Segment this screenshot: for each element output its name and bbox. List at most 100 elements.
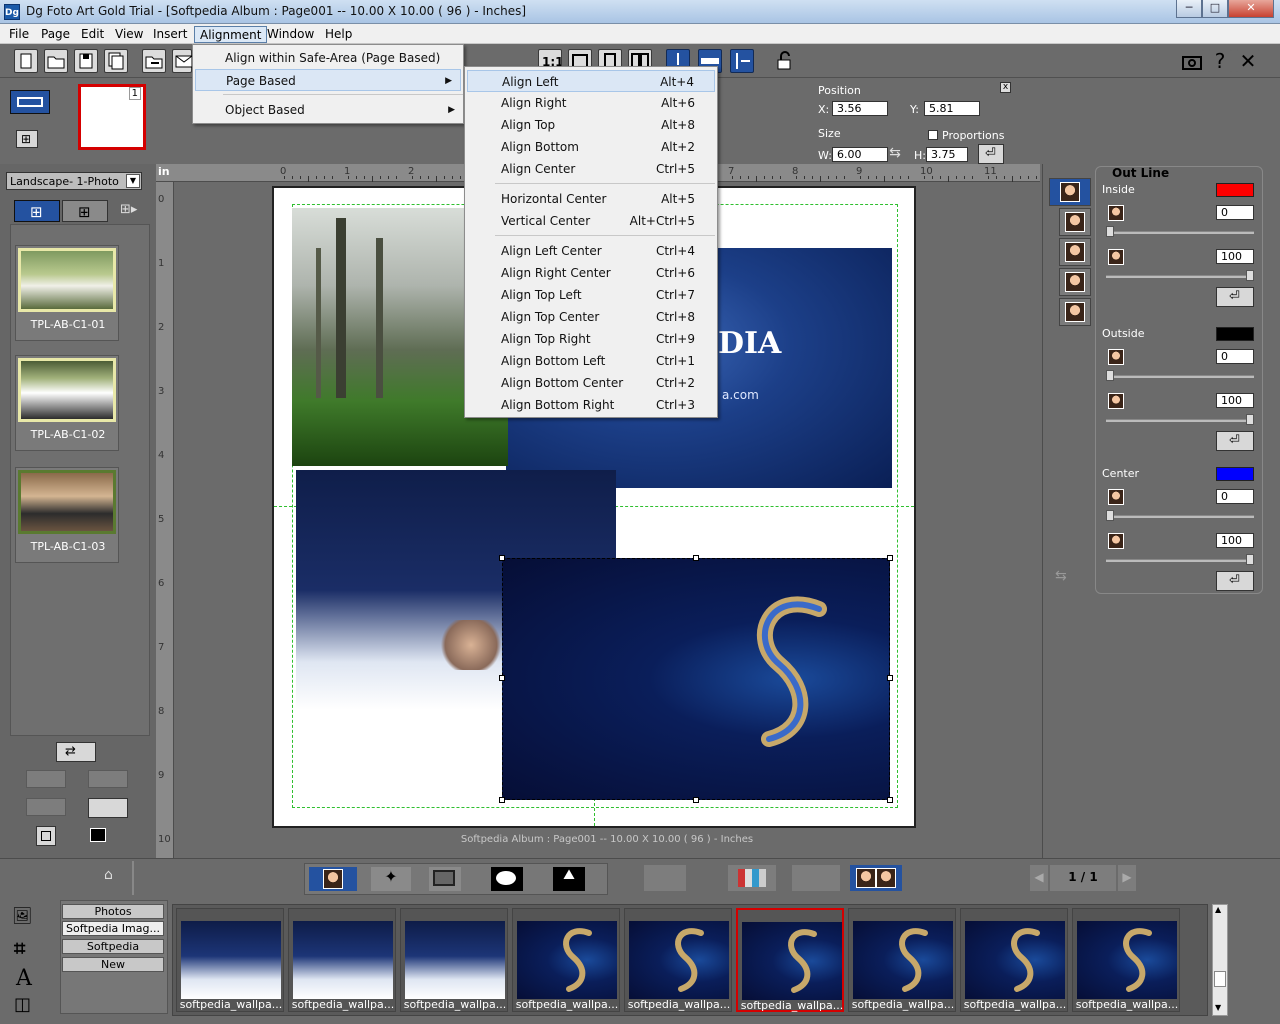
resize-handle[interactable] bbox=[499, 555, 505, 561]
filmstrip-item[interactable]: softpedia_wallpa... bbox=[624, 908, 732, 1012]
clipart-button[interactable]: ✦ bbox=[371, 867, 411, 891]
slider-knob[interactable] bbox=[1106, 510, 1114, 521]
crop-tool-button[interactable]: ⌗ bbox=[14, 936, 40, 962]
filmstrip-scrollbar[interactable]: ▲ ▼ bbox=[1212, 904, 1228, 1016]
photo-tool-button[interactable]: 🖼 bbox=[12, 906, 42, 932]
outline-outside-value-1[interactable]: 0 bbox=[1216, 349, 1254, 364]
tab-new[interactable]: New bbox=[62, 957, 164, 972]
save-button[interactable] bbox=[74, 49, 98, 73]
filmstrip-item[interactable]: softpedia_wallpa... bbox=[288, 908, 396, 1012]
resize-handle[interactable] bbox=[693, 555, 699, 561]
submenu-item-vertical-center[interactable]: Vertical Center Alt+Ctrl+5 bbox=[467, 210, 715, 232]
effect-tab-5[interactable] bbox=[1059, 298, 1091, 326]
shape-tool-button[interactable]: ◫ bbox=[14, 994, 42, 1020]
home-icon[interactable]: ⌂ bbox=[104, 867, 122, 885]
submenu-item-align-top-left[interactable]: Align Top Left Ctrl+7 bbox=[467, 284, 715, 306]
minimize-button[interactable]: ─ bbox=[1176, 0, 1202, 18]
outline-center-value-1[interactable]: 0 bbox=[1216, 489, 1254, 504]
lock-button[interactable] bbox=[772, 49, 796, 73]
outline-inside-value-2[interactable]: 100 bbox=[1216, 249, 1254, 264]
mask-button[interactable] bbox=[491, 867, 523, 891]
filmstrip-item[interactable]: softpedia_wallpa... bbox=[960, 908, 1068, 1012]
menu-item-align-safe-area[interactable]: Align within Safe-Area (Page Based) bbox=[193, 47, 463, 69]
fill-tool-button[interactable] bbox=[90, 826, 124, 846]
people-photo-button[interactable] bbox=[850, 865, 902, 891]
submenu-item-align-top-center[interactable]: Align Top Center Ctrl+8 bbox=[467, 306, 715, 328]
outline-inside-color-swatch[interactable] bbox=[1216, 183, 1254, 197]
slider-knob[interactable] bbox=[1246, 414, 1254, 425]
submenu-item-align-left-center[interactable]: Align Left Center Ctrl+4 bbox=[467, 240, 715, 262]
menu-item-page-based[interactable]: Page Based ▶ bbox=[195, 69, 461, 91]
template-card-2[interactable]: TPL-AB-C1-02 bbox=[15, 355, 119, 451]
tab-softpedia-images[interactable]: Softpedia Imag... bbox=[62, 921, 164, 936]
template-card-1[interactable]: TPL-AB-C1-01 bbox=[15, 245, 119, 341]
filmstrip-item[interactable]: softpedia_wallpa... bbox=[736, 908, 844, 1012]
page-nav-button[interactable] bbox=[10, 90, 50, 114]
outline-center-slider-2[interactable] bbox=[1106, 559, 1254, 562]
submenu-item-align-bottom-left[interactable]: Align Bottom Left Ctrl+1 bbox=[467, 350, 715, 372]
slider-knob[interactable] bbox=[1106, 370, 1114, 381]
menu-window[interactable]: Window bbox=[262, 26, 319, 43]
snapshot-button[interactable] bbox=[1180, 49, 1204, 73]
open-button[interactable] bbox=[44, 49, 68, 73]
scroll-up-icon[interactable]: ▲ bbox=[1215, 905, 1221, 914]
email-button[interactable] bbox=[172, 49, 193, 73]
frame-tool-button[interactable] bbox=[36, 826, 56, 846]
resize-handle[interactable] bbox=[887, 675, 893, 681]
resize-handle[interactable] bbox=[693, 797, 699, 803]
submenu-item-align-bottom-center[interactable]: Align Bottom Center Ctrl+2 bbox=[467, 372, 715, 394]
position-panel-close-icon[interactable]: x bbox=[1000, 82, 1011, 93]
outline-inside-apply-button[interactable]: ⏎ bbox=[1216, 287, 1254, 307]
menu-insert[interactable]: Insert bbox=[148, 26, 192, 43]
filmstrip-item[interactable]: softpedia_wallpa... bbox=[1072, 908, 1180, 1012]
chevron-down-icon[interactable]: ▼ bbox=[126, 174, 140, 188]
maximize-button[interactable]: □ bbox=[1202, 0, 1228, 18]
close-button[interactable]: ✕ bbox=[1228, 0, 1274, 18]
outline-center-value-2[interactable]: 100 bbox=[1216, 533, 1254, 548]
width-input[interactable]: 6.00 bbox=[832, 147, 888, 162]
apply-all-icon[interactable]: ⇆ bbox=[1055, 568, 1085, 584]
submenu-item-align-right-center[interactable]: Align Right Center Ctrl+6 bbox=[467, 262, 715, 284]
page-thumbnail[interactable]: 1 bbox=[78, 84, 146, 150]
snap-button[interactable] bbox=[730, 49, 754, 73]
frame-button[interactable] bbox=[429, 867, 461, 891]
outline-outside-slider-2[interactable] bbox=[1106, 419, 1254, 422]
menu-edit[interactable]: Edit bbox=[76, 26, 109, 43]
menu-help[interactable]: Help bbox=[320, 26, 357, 43]
x-position-input[interactable]: 3.56 bbox=[832, 101, 888, 116]
filmstrip-item[interactable]: softpedia_wallpa... bbox=[512, 908, 620, 1012]
scrollbar-thumb[interactable] bbox=[1214, 971, 1226, 987]
outline-center-slider-1[interactable] bbox=[1106, 515, 1254, 518]
next-page-button[interactable]: ▶ bbox=[1118, 865, 1136, 891]
submenu-item-align-right[interactable]: Align Right Alt+6 bbox=[467, 92, 715, 114]
photo-swap-button[interactable] bbox=[792, 865, 840, 891]
layout-tab-grid[interactable]: ⊞ bbox=[14, 200, 60, 222]
slider-knob[interactable] bbox=[1246, 270, 1254, 281]
menu-view[interactable]: View bbox=[110, 26, 148, 43]
save-all-button[interactable] bbox=[104, 49, 128, 73]
outline-outside-color-swatch[interactable] bbox=[1216, 327, 1254, 341]
slider-knob[interactable] bbox=[1106, 226, 1114, 237]
background-button[interactable]: ⛰ bbox=[553, 867, 585, 891]
add-page-button[interactable]: ⊞ bbox=[16, 130, 38, 148]
outline-center-color-swatch[interactable] bbox=[1216, 467, 1254, 481]
outline-inside-slider-2[interactable] bbox=[1106, 275, 1254, 278]
filmstrip-item[interactable]: softpedia_wallpa... bbox=[848, 908, 956, 1012]
layout-tool-1[interactable] bbox=[26, 770, 66, 788]
layout-tool-3[interactable] bbox=[26, 798, 66, 816]
submenu-item-align-bottom[interactable]: Align Bottom Alt+2 bbox=[467, 136, 715, 158]
outline-outside-apply-button[interactable]: ⏎ bbox=[1216, 431, 1254, 451]
submenu-item-align-left[interactable]: Align Left Alt+4 bbox=[467, 70, 715, 92]
proportions-checkbox[interactable] bbox=[928, 130, 938, 140]
template-card-3[interactable]: TPL-AB-C1-03 bbox=[15, 467, 119, 563]
submenu-item-align-top-right[interactable]: Align Top Right Ctrl+9 bbox=[467, 328, 715, 350]
effect-tab-3[interactable] bbox=[1059, 238, 1091, 266]
swap-photos-button[interactable]: ⇄ bbox=[56, 742, 96, 762]
slider-knob[interactable] bbox=[1246, 554, 1254, 565]
prev-page-button[interactable]: ◀ bbox=[1030, 865, 1048, 891]
view-options-icon[interactable]: ⊞▸ bbox=[120, 202, 146, 220]
effect-tab-1[interactable] bbox=[1049, 178, 1091, 206]
outline-outside-slider-1[interactable] bbox=[1106, 375, 1254, 378]
help-button[interactable]: ? bbox=[1208, 49, 1232, 73]
import-button[interactable] bbox=[142, 49, 166, 73]
